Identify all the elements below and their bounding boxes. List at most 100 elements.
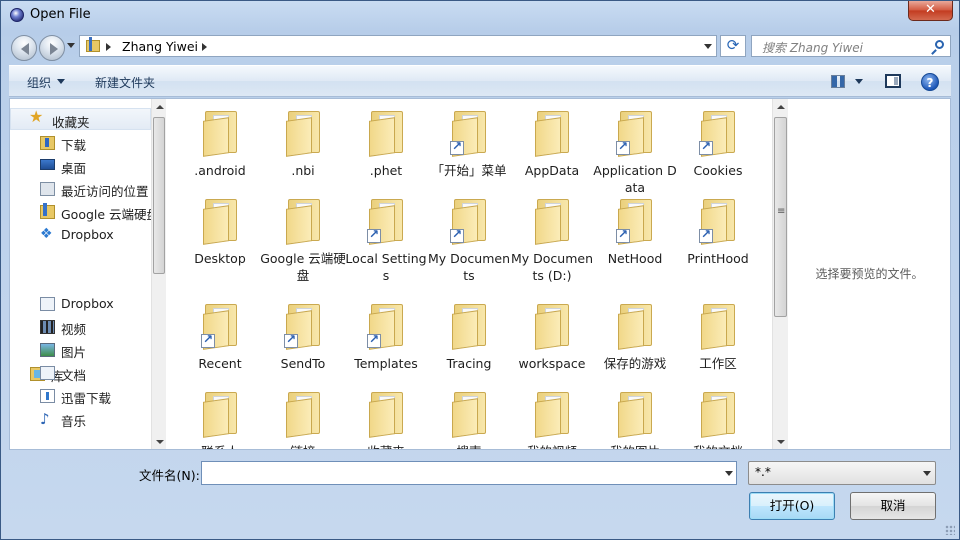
nav-item-lib_items[interactable]: 迅雷下载 bbox=[10, 385, 151, 407]
folder-icon bbox=[533, 107, 573, 157]
file-item[interactable]: 收藏夹 bbox=[343, 388, 429, 449]
open-button[interactable]: 打开(O) bbox=[749, 492, 835, 520]
file-item[interactable]: 「开始」菜单 bbox=[426, 107, 512, 197]
file-item[interactable]: Cookies bbox=[675, 107, 761, 197]
address-bar[interactable]: Zhang Yiwei bbox=[79, 35, 717, 57]
new-folder-button[interactable]: 新建文件夹 bbox=[95, 74, 155, 91]
file-list-scrollbar[interactable] bbox=[772, 99, 788, 449]
file-item[interactable]: SendTo bbox=[260, 300, 346, 390]
file-item[interactable]: PrintHood bbox=[675, 195, 761, 285]
shortcut-arrow-icon bbox=[284, 332, 298, 348]
nav-item-lib_items[interactable]: 图片 bbox=[10, 339, 151, 361]
file-item[interactable]: workspace bbox=[509, 300, 595, 390]
download-folder-icon bbox=[40, 136, 55, 150]
view-options-chevron-icon[interactable] bbox=[855, 79, 863, 88]
chevron-down-icon[interactable] bbox=[57, 79, 65, 88]
file-item[interactable]: .android bbox=[177, 107, 263, 197]
resize-grip-icon[interactable] bbox=[945, 525, 955, 535]
scroll-up-icon[interactable] bbox=[156, 101, 164, 109]
breadcrumb-chevron-icon[interactable] bbox=[202, 43, 211, 51]
change-view-icon[interactable] bbox=[831, 75, 845, 88]
shortcut-arrow-icon bbox=[699, 139, 713, 155]
file-item[interactable]: Tracing bbox=[426, 300, 512, 390]
scroll-down-icon[interactable] bbox=[777, 440, 785, 448]
file-name: 链接 bbox=[260, 443, 346, 449]
star-icon: ★ bbox=[29, 107, 44, 126]
filetype-select[interactable]: *.* bbox=[748, 461, 936, 485]
file-item[interactable]: 链接 bbox=[260, 388, 346, 449]
preview-pane-toggle-icon[interactable] bbox=[885, 74, 901, 88]
folder-icon bbox=[616, 300, 656, 350]
search-icon[interactable] bbox=[935, 40, 944, 49]
file-item[interactable]: Desktop bbox=[177, 195, 263, 285]
help-icon[interactable]: ? bbox=[921, 73, 939, 91]
file-item[interactable]: Recent bbox=[177, 300, 263, 390]
nav-item-label: 最近访问的位置 bbox=[61, 184, 149, 199]
file-item[interactable]: 联系人 bbox=[177, 388, 263, 449]
scroll-down-icon[interactable] bbox=[156, 440, 164, 448]
file-name: 「开始」菜单 bbox=[431, 163, 507, 178]
file-item[interactable]: 搜索 bbox=[426, 388, 512, 449]
address-dropdown-icon[interactable] bbox=[704, 44, 712, 53]
nav-item-fav_items[interactable]: 下载 bbox=[10, 132, 151, 154]
file-name: 工作区 bbox=[699, 356, 737, 371]
nav-favorites[interactable]: ★ 收藏夹 bbox=[10, 108, 151, 130]
cancel-button[interactable]: 取消 bbox=[850, 492, 936, 520]
nav-scrollbar[interactable] bbox=[151, 99, 166, 449]
nav-item-lib_items[interactable]: ♪ 音乐 bbox=[10, 408, 151, 430]
file-item[interactable]: My Documents (D:) bbox=[509, 195, 595, 285]
filename-field[interactable] bbox=[201, 461, 737, 485]
nav-item-fav_items[interactable]: 最近访问的位置 bbox=[10, 178, 151, 200]
search-input[interactable]: 搜索 Zhang Yiwei bbox=[751, 35, 951, 57]
nav-item-fav_items[interactable]: 桌面 bbox=[10, 155, 151, 177]
file-item[interactable]: 我的视频 bbox=[509, 388, 595, 449]
file-item[interactable]: 保存的游戏 bbox=[592, 300, 678, 390]
refresh-button[interactable]: ⟳ bbox=[720, 35, 746, 57]
open-file-dialog: Open File ✕ Zhang Yiwei ⟳ 搜索 Zhang Yiwei… bbox=[0, 0, 960, 540]
nav-item-label: Dropbox bbox=[61, 227, 114, 242]
file-item[interactable]: NetHood bbox=[592, 195, 678, 285]
folder-icon bbox=[201, 300, 241, 350]
scroll-up-icon[interactable] bbox=[777, 101, 785, 109]
file-item[interactable]: 工作区 bbox=[675, 300, 761, 390]
file-item[interactable]: 我的文档 bbox=[675, 388, 761, 449]
chevron-down-icon[interactable] bbox=[923, 471, 931, 480]
close-button[interactable]: ✕ bbox=[908, 1, 953, 21]
file-item[interactable]: Templates bbox=[343, 300, 429, 390]
file-name: 我的文档 bbox=[675, 443, 761, 449]
file-list-scroll-thumb[interactable] bbox=[774, 117, 787, 317]
nav-item-label: 迅雷下载 bbox=[61, 391, 112, 406]
shortcut-arrow-icon bbox=[450, 227, 464, 243]
file-item[interactable]: .phet bbox=[343, 107, 429, 197]
nav-item-lib_items[interactable]: 文档 bbox=[10, 362, 151, 384]
file-name: My Documents bbox=[427, 251, 510, 283]
file-name: Application Data bbox=[593, 163, 677, 195]
folder-icon bbox=[367, 388, 407, 438]
nav-scroll-thumb[interactable] bbox=[153, 117, 165, 274]
file-item[interactable]: Local Settings bbox=[343, 195, 429, 285]
nav-item-label: 图片 bbox=[61, 345, 87, 360]
file-item[interactable]: 我的图片 bbox=[592, 388, 678, 449]
folder-icon bbox=[450, 388, 490, 438]
nav-item-lib_items[interactable]: Dropbox bbox=[10, 293, 151, 315]
google-drive-icon bbox=[40, 203, 55, 219]
shortcut-arrow-icon bbox=[616, 227, 630, 243]
forward-button[interactable] bbox=[39, 35, 65, 61]
nav-item-fav_items[interactable]: Google 云端硬盘 bbox=[10, 201, 159, 223]
filename-input[interactable] bbox=[204, 464, 704, 482]
file-item[interactable]: Application Data bbox=[592, 107, 678, 197]
filename-history-dropdown-icon[interactable] bbox=[725, 471, 733, 480]
nav-item-fav_items[interactable]: ❖ Dropbox bbox=[10, 224, 151, 246]
nav-item-lib_items[interactable]: 视频 bbox=[10, 316, 151, 338]
file-item[interactable]: .nbi bbox=[260, 107, 346, 197]
organize-button[interactable]: 组织 bbox=[27, 74, 51, 91]
breadcrumb-user[interactable]: Zhang Yiwei bbox=[122, 39, 198, 54]
recent-pages-dropdown[interactable] bbox=[67, 43, 75, 52]
file-item[interactable]: My Documents bbox=[426, 195, 512, 285]
back-button[interactable] bbox=[11, 35, 37, 61]
file-name: 收藏夹 bbox=[343, 443, 429, 449]
file-item[interactable]: AppData bbox=[509, 107, 595, 197]
breadcrumb-chevron-icon[interactable] bbox=[106, 43, 115, 51]
file-item[interactable]: Google 云端硬盘 bbox=[260, 195, 346, 285]
folder-icon bbox=[284, 388, 324, 438]
